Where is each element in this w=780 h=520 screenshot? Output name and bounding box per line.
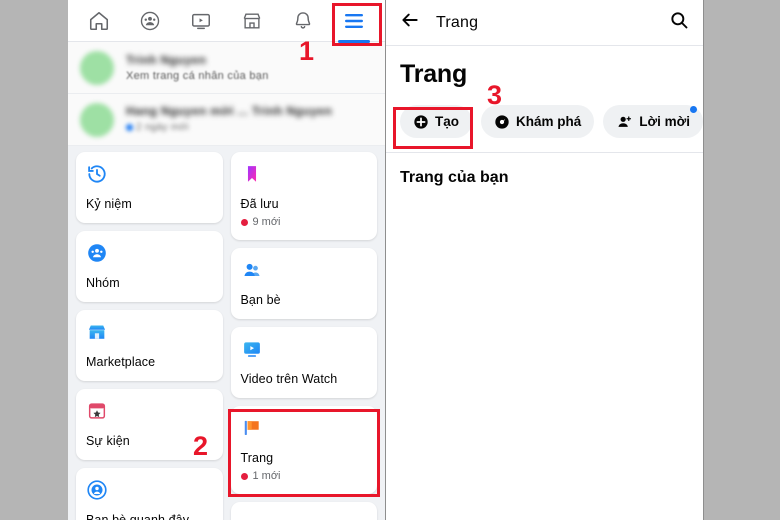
tile-column-right: Đã lưu 9 mới Bạn bè Video trên Watch Tra… xyxy=(230,152,377,520)
back-arrow-icon[interactable] xyxy=(400,10,420,35)
top-navigation-bar xyxy=(68,0,385,43)
pill-label: Lời mời xyxy=(639,114,690,129)
nearby-friends-icon xyxy=(86,479,213,503)
watch-icon[interactable] xyxy=(182,5,220,37)
hamburger-menu-icon[interactable] xyxy=(335,5,373,43)
tile-watch-video[interactable]: Video trên Watch xyxy=(230,327,377,398)
pill-label: Tạo xyxy=(435,114,460,129)
tile-label: Video trên Watch xyxy=(240,372,338,386)
pages-action-pills: Tạo Khám phá Lời mời xyxy=(386,89,703,152)
groups-icon xyxy=(86,242,213,266)
tile-saved[interactable]: Đã lưu 9 mới xyxy=(230,152,377,240)
profile-row[interactable]: Trinh Nguyen Xem trang cá nhân của bạn xyxy=(68,42,385,94)
screenshot-root: Trinh Nguyen Xem trang cá nhân của bạn H… xyxy=(0,0,780,520)
header-title: Trang xyxy=(436,13,479,31)
home-icon[interactable] xyxy=(80,5,118,37)
memories-clock-icon xyxy=(86,163,213,187)
profile-subtitle: 2 ngày mới xyxy=(126,121,332,135)
person-add-icon xyxy=(616,114,633,130)
profile-name: Hang Nguyen mời ... Trinh Nguyen xyxy=(126,104,333,118)
annotation-number-3: 3 xyxy=(487,80,503,110)
friends-people-icon xyxy=(241,259,368,283)
tile-label: Bạn bè xyxy=(240,293,281,307)
tile-label: Trang xyxy=(240,451,274,465)
menu-scroll-body[interactable]: Trinh Nguyen Xem trang cá nhân của bạn H… xyxy=(68,42,385,520)
red-dot-icon xyxy=(240,218,248,226)
menu-tile-grid: Kỷ niệm Nhóm Marketplace Sự kiện Bạn bè … xyxy=(68,146,385,520)
tile-friends[interactable]: Bạn bè xyxy=(230,248,377,319)
tile-label: Bạn bè quanh đây xyxy=(86,513,190,520)
saved-bookmark-icon xyxy=(241,163,368,187)
unread-blue-dot-icon xyxy=(689,106,697,113)
page-title: Trang xyxy=(400,60,468,88)
tile-nearby-friends[interactable]: Bạn bè quanh đây xyxy=(76,468,223,520)
create-page-button[interactable]: Tạo xyxy=(400,105,473,138)
profile-row[interactable]: Hang Nguyen mời ... Trinh Nguyen 2 ngày … xyxy=(68,94,385,146)
plus-circle-icon xyxy=(413,114,429,130)
watch-video-icon xyxy=(241,338,368,362)
facebook-menu-panel: Trinh Nguyen Xem trang cá nhân của bạn H… xyxy=(68,0,386,520)
pages-flag-icon xyxy=(241,417,368,441)
marketplace-icon[interactable] xyxy=(233,5,271,37)
tile-column-left: Kỷ niệm Nhóm Marketplace Sự kiện Bạn bè … xyxy=(76,152,223,520)
profile-subtitle: Xem trang cá nhân của bạn xyxy=(126,69,269,82)
marketplace-store-icon xyxy=(86,321,213,345)
tile-partial[interactable] xyxy=(230,502,377,520)
red-dot-icon xyxy=(240,472,248,480)
profile-name: Trinh Nguyen xyxy=(126,52,207,67)
friends-icon[interactable] xyxy=(131,5,169,37)
your-pages-title: Trang của bạn xyxy=(400,169,509,186)
notifications-bell-icon[interactable] xyxy=(284,5,322,37)
avatar xyxy=(80,50,114,85)
pill-label: Khám phá xyxy=(516,114,582,129)
tile-label: Nhóm xyxy=(86,276,120,290)
tile-badge-text: 1 mới xyxy=(252,470,281,482)
compass-icon xyxy=(494,114,510,130)
tile-memories[interactable]: Kỷ niệm xyxy=(76,152,223,223)
tile-marketplace[interactable]: Marketplace xyxy=(76,310,223,381)
invites-button[interactable]: Lời mời xyxy=(603,105,703,138)
avatar xyxy=(80,102,114,137)
events-calendar-icon xyxy=(86,400,213,424)
tile-badge: 1 mới xyxy=(240,470,368,482)
pages-header: Trang xyxy=(386,0,703,46)
tile-label: Đã lưu xyxy=(240,197,279,211)
annotation-number-1: 1 xyxy=(299,36,315,66)
tile-badge-text: 9 mới xyxy=(252,216,281,228)
tile-label: Marketplace xyxy=(86,355,156,369)
annotation-number-2: 2 xyxy=(193,431,209,461)
tile-pages[interactable]: Trang 1 mới xyxy=(230,406,377,494)
tile-badge: 9 mới xyxy=(240,216,368,228)
blue-dot-icon xyxy=(126,123,133,131)
search-icon[interactable] xyxy=(669,10,689,35)
tile-groups[interactable]: Nhóm xyxy=(76,231,223,302)
pages-screen-panel: Trang Trang Tạo Khám phá Lời mời Trang c… xyxy=(386,0,704,520)
tile-label: Kỷ niệm xyxy=(86,197,132,211)
